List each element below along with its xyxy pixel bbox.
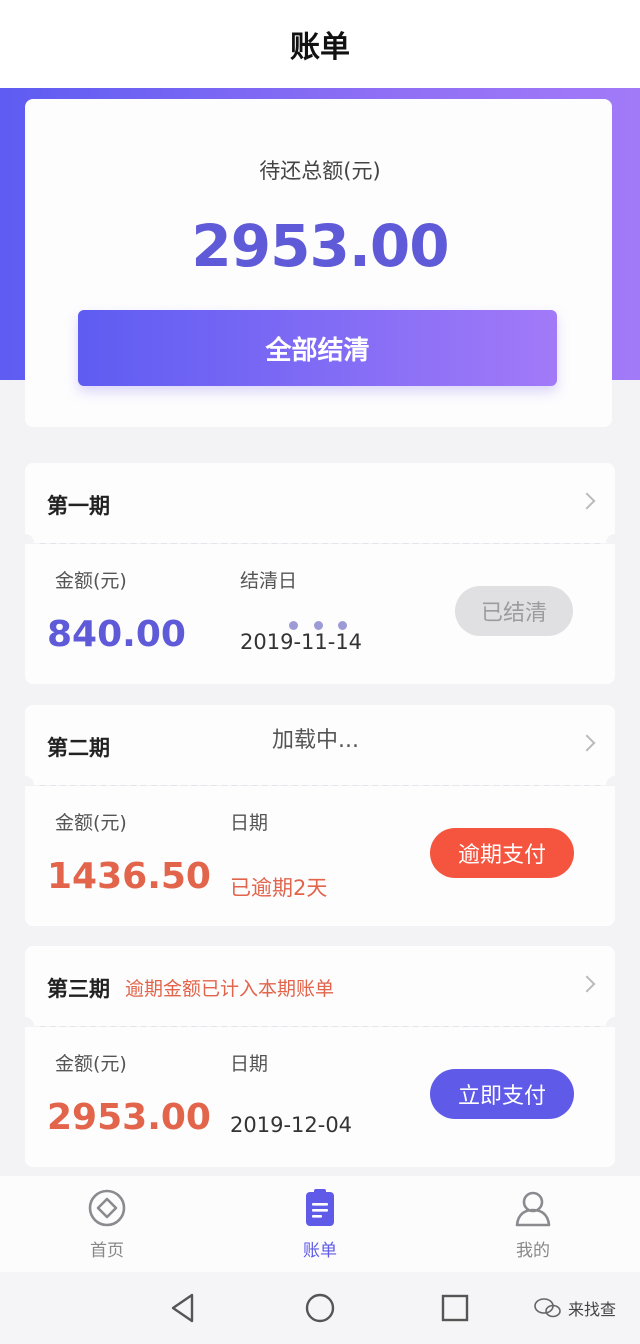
bottom-tab-bar: 首页 账单 我的 bbox=[0, 1176, 640, 1272]
period-header-1[interactable]: 第一期 bbox=[25, 463, 615, 543]
user-profile-icon bbox=[515, 1191, 551, 1227]
home-circle-icon[interactable] bbox=[304, 1292, 336, 1324]
page-title: 账单 bbox=[290, 30, 350, 65]
amount-value-2: 1436.50 bbox=[47, 856, 211, 897]
date-value-1: 2019-11-14 bbox=[240, 630, 363, 654]
tab-home-label: 首页 bbox=[90, 1241, 124, 1261]
amount-value-1: 840.00 bbox=[47, 614, 186, 655]
total-due-label: 待还总额(元) bbox=[259, 159, 381, 183]
tab-profile[interactable]: 我的 bbox=[473, 1176, 593, 1272]
period-body-3: 金额(元) 2953.00 日期 2019-12-04 立即支付 bbox=[25, 1027, 615, 1167]
loading-dots-icon bbox=[289, 621, 347, 631]
tab-home[interactable]: 首页 bbox=[47, 1176, 167, 1272]
overdue-days-text: 已逾期2天 bbox=[230, 876, 328, 900]
overdue-merged-note: 逾期金额已计入本期账单 bbox=[125, 978, 335, 1000]
period-title-1: 第一期 bbox=[47, 494, 110, 518]
home-diamond-icon bbox=[88, 1189, 126, 1227]
loading-text: 加载中... bbox=[272, 728, 359, 753]
wechat-icon bbox=[534, 1298, 561, 1318]
tab-profile-label: 我的 bbox=[516, 1241, 550, 1261]
period-title-2: 第二期 bbox=[47, 736, 110, 760]
chevron-right-icon bbox=[578, 975, 596, 993]
chevron-right-icon bbox=[578, 734, 596, 752]
date-label-3: 日期 bbox=[230, 1053, 269, 1075]
amount-label-2: 金额(元) bbox=[55, 812, 127, 834]
back-triangle-icon[interactable] bbox=[168, 1292, 198, 1324]
watermark: 来找查 bbox=[534, 1296, 616, 1320]
settled-status-button[interactable]: 已结清 bbox=[455, 586, 573, 636]
amount-label-3: 金额(元) bbox=[55, 1053, 127, 1075]
tab-bill[interactable]: 账单 bbox=[260, 1176, 380, 1272]
tab-bill-label: 账单 bbox=[303, 1241, 337, 1261]
app-header: 账单 bbox=[0, 0, 640, 88]
amount-label-1: 金额(元) bbox=[55, 570, 127, 592]
period-body-1: 金额(元) 840.00 结清日 2019-11-14 已结清 bbox=[25, 544, 615, 684]
date-label-1: 结清日 bbox=[240, 570, 298, 592]
watermark-text: 来找查 bbox=[568, 1300, 617, 1319]
period-header-3[interactable]: 第三期 逾期金额已计入本期账单 bbox=[25, 946, 615, 1026]
pay-now-button[interactable]: 立即支付 bbox=[430, 1069, 574, 1119]
settle-all-button[interactable]: 全部结清 bbox=[78, 310, 557, 386]
chevron-right-icon bbox=[578, 492, 596, 510]
bill-list-icon bbox=[306, 1189, 334, 1226]
amount-value-3: 2953.00 bbox=[47, 1097, 211, 1138]
period-body-2: 金额(元) 1436.50 日期 已逾期2天 逾期支付 bbox=[25, 786, 615, 926]
period-title-3: 第三期 bbox=[47, 977, 110, 1001]
total-due-amount: 2953.00 bbox=[191, 212, 449, 280]
date-label-2: 日期 bbox=[230, 812, 269, 834]
date-value-3: 2019-12-04 bbox=[230, 1113, 353, 1137]
pay-overdue-button[interactable]: 逾期支付 bbox=[430, 828, 574, 878]
recent-square-icon[interactable] bbox=[440, 1293, 470, 1323]
